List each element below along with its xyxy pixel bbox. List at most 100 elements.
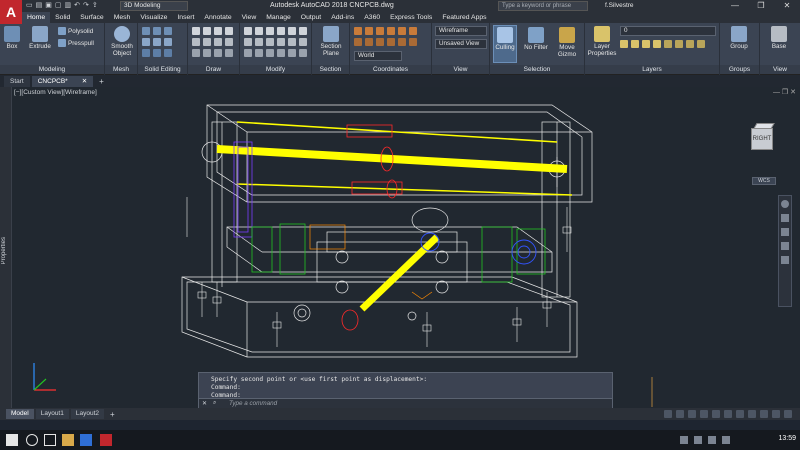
- ortho-icon[interactable]: [700, 410, 708, 418]
- layer-select[interactable]: 0: [620, 26, 716, 36]
- ucs-x-icon[interactable]: [387, 38, 395, 46]
- save-icon[interactable]: ▣: [45, 1, 52, 9]
- panel-title-modeling[interactable]: Modeling: [0, 65, 104, 74]
- helix-icon[interactable]: [225, 49, 233, 57]
- offset-edge-icon[interactable]: [153, 49, 161, 57]
- battery-icon[interactable]: [708, 436, 716, 444]
- maximize-button[interactable]: ❐: [748, 0, 774, 12]
- open-icon[interactable]: ▤: [36, 1, 43, 9]
- viewcube[interactable]: RIGHT: [747, 122, 777, 152]
- ribbon-tab-home[interactable]: Home: [22, 12, 51, 23]
- redo-icon[interactable]: ↷: [83, 1, 89, 9]
- volume-icon[interactable]: [694, 436, 702, 444]
- ucs-3point-icon[interactable]: [376, 38, 384, 46]
- windows-start-icon[interactable]: [6, 434, 18, 446]
- panel-title-coordinates[interactable]: Coordinates: [350, 65, 431, 74]
- ribbon-tab-view[interactable]: View: [237, 12, 262, 23]
- layer-lock-icon[interactable]: [642, 40, 650, 48]
- ucs-zaxis-icon[interactable]: [365, 38, 373, 46]
- panel-title-selection[interactable]: Selection: [490, 65, 584, 74]
- doc-tab-cncpcb[interactable]: CNCPCB* ✕: [31, 76, 94, 87]
- ucs-object-icon[interactable]: [398, 27, 406, 35]
- ribbon-tab-annotate[interactable]: Annotate: [199, 12, 236, 23]
- zoom-icon[interactable]: [781, 228, 789, 236]
- polyline-icon[interactable]: [203, 27, 211, 35]
- region-icon[interactable]: [203, 49, 211, 57]
- fillet-edge-icon[interactable]: [164, 38, 172, 46]
- autocad-logo[interactable]: A: [0, 0, 22, 24]
- ucs-face-icon[interactable]: [387, 27, 395, 35]
- extend-icon[interactable]: [255, 38, 263, 46]
- polygon-icon[interactable]: [203, 38, 211, 46]
- network-icon[interactable]: [680, 436, 688, 444]
- file-explorer-icon[interactable]: [62, 434, 74, 446]
- ribbon-tab-visualize[interactable]: Visualize: [135, 12, 172, 23]
- presspull-button[interactable]: Presspull: [58, 39, 94, 47]
- erase-icon[interactable]: [244, 49, 252, 57]
- workspace-select[interactable]: 3D Modeling: [120, 1, 188, 11]
- new-tab-button[interactable]: +: [95, 76, 108, 87]
- osnap-icon[interactable]: [724, 410, 732, 418]
- layer-on-icon[interactable]: [620, 40, 628, 48]
- line-icon[interactable]: [192, 27, 200, 35]
- properties-icon[interactable]: [299, 49, 307, 57]
- panel-title-view-base[interactable]: View: [760, 65, 800, 74]
- orbit-icon[interactable]: [781, 242, 789, 250]
- ribbon-tab-output[interactable]: Output: [296, 12, 326, 23]
- mirror-icon[interactable]: [277, 27, 285, 35]
- layer-off-icon[interactable]: [686, 40, 694, 48]
- chamfer-icon[interactable]: [277, 38, 285, 46]
- break-icon[interactable]: [288, 49, 296, 57]
- command-search-icon[interactable]: ⌕: [213, 400, 216, 407]
- user-signin[interactable]: f.Silvestre: [605, 1, 665, 11]
- move-icon[interactable]: [244, 27, 252, 35]
- union-icon[interactable]: [142, 27, 150, 35]
- autocad-taskbar-icon[interactable]: [100, 434, 112, 446]
- extrude-button[interactable]: Extrude: [28, 26, 52, 50]
- taskbar-clock[interactable]: 13:59: [778, 435, 796, 442]
- ucs-view-icon[interactable]: [409, 27, 417, 35]
- showmotion-icon[interactable]: [781, 256, 789, 264]
- command-close-icon[interactable]: ✕: [202, 400, 207, 407]
- culling-button[interactable]: Culling: [493, 27, 517, 51]
- stretch-icon[interactable]: [288, 27, 296, 35]
- smooth-object-button[interactable]: Smooth Object: [107, 26, 137, 57]
- fillet-icon[interactable]: [266, 38, 274, 46]
- offset-icon[interactable]: [299, 38, 307, 46]
- subtract-icon[interactable]: [153, 27, 161, 35]
- panel-title-layers[interactable]: Layers: [585, 65, 719, 74]
- ellipse-icon[interactable]: [214, 38, 222, 46]
- lineweight-icon[interactable]: [748, 410, 756, 418]
- viewcube-face[interactable]: RIGHT: [751, 128, 773, 150]
- polysolid-button[interactable]: Polysolid: [58, 27, 93, 35]
- extract-edges-icon[interactable]: [142, 49, 150, 57]
- array-icon[interactable]: [288, 38, 296, 46]
- slice-icon[interactable]: [142, 38, 150, 46]
- rectangle-icon[interactable]: [192, 38, 200, 46]
- layer-isolate-icon[interactable]: [664, 40, 672, 48]
- ribbon-tab-a360[interactable]: A360: [359, 12, 385, 23]
- point-icon[interactable]: [214, 49, 222, 57]
- grid-icon[interactable]: [676, 410, 684, 418]
- task-view-icon[interactable]: [44, 434, 56, 446]
- explode-icon[interactable]: [255, 49, 263, 57]
- properties-palette[interactable]: Properties: [0, 87, 12, 408]
- ribbon-tab-mesh[interactable]: Mesh: [109, 12, 136, 23]
- panel-title-draw[interactable]: Draw: [188, 65, 239, 74]
- circle-icon[interactable]: [214, 27, 222, 35]
- ucs-select[interactable]: World: [354, 51, 402, 61]
- search-icon[interactable]: [26, 434, 38, 446]
- search-input[interactable]: Type a keyword or phrase: [498, 1, 588, 11]
- base-button[interactable]: Base: [765, 26, 793, 50]
- ucs-icon[interactable]: [354, 27, 362, 35]
- language-icon[interactable]: [722, 436, 730, 444]
- close-button[interactable]: ✕: [774, 0, 800, 12]
- drawing-viewport[interactable]: [−][Custom View][Wireframe] — ❐ ✕ RIGHT …: [12, 87, 800, 408]
- saved-view-select[interactable]: Unsaved View: [435, 39, 487, 49]
- panel-title-groups[interactable]: Groups: [720, 65, 759, 74]
- layer-match-icon[interactable]: [653, 40, 661, 48]
- hatch-icon[interactable]: [192, 49, 200, 57]
- join-icon[interactable]: [277, 49, 285, 57]
- doc-tab-start[interactable]: Start: [4, 76, 30, 87]
- workspace-icon[interactable]: [772, 410, 780, 418]
